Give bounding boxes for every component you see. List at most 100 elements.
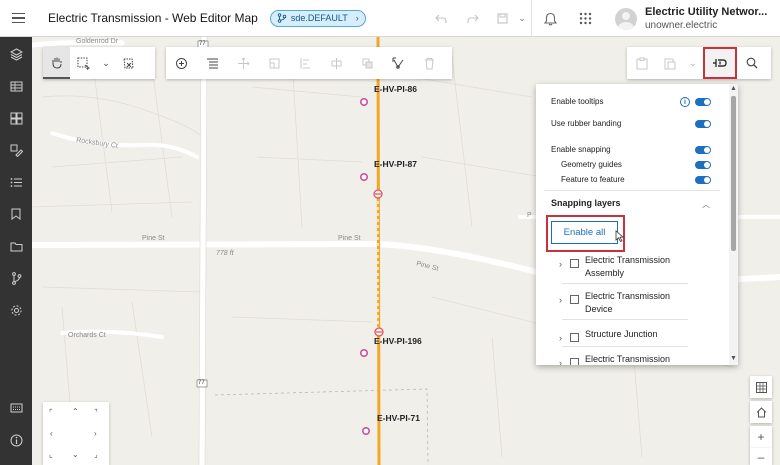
pan-up-right-icon[interactable]: ⌝: [94, 408, 98, 417]
pan-down-icon[interactable]: ⌄: [72, 450, 79, 459]
rubber-banding-label: Use rubber banding: [551, 119, 622, 128]
app-launcher-icon[interactable]: [566, 0, 604, 37]
branch-version-icon: [277, 13, 287, 23]
clear-selection-icon: [123, 58, 134, 68]
layers-icon[interactable]: [0, 43, 32, 65]
rubber-banding-toggle[interactable]: [695, 120, 711, 128]
search-button[interactable]: [737, 47, 767, 79]
layer-label: Electric Transmission Device: [585, 290, 670, 315]
branch-versions-icon[interactable]: [0, 267, 32, 289]
table-icon[interactable]: [0, 75, 32, 97]
pan-up-icon[interactable]: ⌃: [72, 407, 79, 416]
clipboard-icon: [636, 57, 648, 69]
align-button[interactable]: [290, 47, 321, 79]
route-shield-bottom: 77: [198, 380, 205, 386]
info-icon[interactable]: [0, 429, 32, 451]
version-chip[interactable]: sde.DEFAULT ›: [269, 9, 366, 27]
zoom-in-button[interactable]: +: [750, 426, 772, 448]
vertex-edit-button[interactable]: [383, 47, 414, 79]
enable-all-highlight: Enable all: [546, 215, 625, 252]
snapping-layers-title[interactable]: Snapping layers: [551, 198, 621, 208]
app-root: Electric Transmission - Web Editor Map s…: [0, 0, 780, 465]
layer-checkbox[interactable]: [570, 333, 579, 342]
chevron-right-icon[interactable]: ›: [559, 295, 562, 305]
zoom-out-button[interactable]: –: [750, 448, 772, 465]
notifications-bell-icon[interactable]: [534, 0, 566, 37]
road-label-pine-left: Pine St: [142, 235, 165, 242]
pan-right-icon[interactable]: ›: [94, 429, 97, 438]
user-menu[interactable]: Electric Utility Networ... unowner.elect…: [615, 0, 767, 37]
clear-selection-button[interactable]: [115, 47, 142, 79]
grid-layout-icon[interactable]: [0, 107, 32, 129]
mouse-cursor-icon: [615, 230, 624, 242]
enable-snapping-toggle[interactable]: [695, 146, 711, 154]
paste-button[interactable]: [657, 47, 683, 79]
pan-down-left-icon[interactable]: ⌞: [49, 450, 53, 459]
road-label-p: P: [527, 212, 532, 219]
asset-label-196[interactable]: E-HV-PI-196: [374, 336, 422, 346]
home-button[interactable]: [750, 401, 772, 423]
menu-icon[interactable]: [0, 0, 36, 37]
save-dropdown-chevron-icon[interactable]: ⌄: [515, 0, 529, 37]
layer-checkbox[interactable]: [570, 259, 579, 268]
layer-label: Electric Transmission Assembly: [585, 254, 670, 279]
pan-hand-button[interactable]: [43, 47, 70, 79]
row-divider: [562, 283, 688, 284]
road-label-orchards: Orchards Ct: [68, 332, 106, 339]
enable-all-button[interactable]: Enable all: [551, 221, 618, 244]
layer-checkbox[interactable]: [570, 358, 579, 365]
list-icon[interactable]: [0, 171, 32, 193]
clipboard-button[interactable]: [627, 47, 657, 79]
pan-down-right-icon[interactable]: ⌟: [94, 450, 98, 459]
scroll-down-arrow-icon[interactable]: ▼: [730, 355, 737, 362]
reshape-icon: [269, 58, 280, 68]
redo-icon[interactable]: [457, 0, 489, 37]
scroll-up-arrow-icon[interactable]: ▲: [730, 85, 737, 92]
folder-icon[interactable]: [0, 235, 32, 257]
feature-to-feature-toggle[interactable]: [695, 176, 711, 184]
layer-checkbox[interactable]: [570, 295, 579, 304]
panel-scrollbar[interactable]: ▲ ▼: [729, 84, 738, 365]
attribute-editor-button[interactable]: [197, 47, 228, 79]
undo-icon[interactable]: [425, 0, 457, 37]
app-title: Electric Transmission - Web Editor Map: [48, 11, 258, 25]
chevron-up-icon[interactable]: ︿: [702, 199, 710, 210]
pan-left-icon[interactable]: ‹: [50, 429, 53, 438]
basemap-gallery-button[interactable]: [750, 376, 772, 398]
settings-gear-icon[interactable]: [0, 299, 32, 321]
keyboard-icon[interactable]: [0, 397, 32, 419]
move-button[interactable]: [228, 47, 259, 79]
pan-up-left-icon[interactable]: ⌜: [49, 408, 53, 417]
align-icon: [300, 57, 310, 69]
chevron-right-icon[interactable]: ›: [559, 358, 562, 365]
chevron-right-icon[interactable]: ›: [559, 333, 562, 343]
chevron-right-icon[interactable]: ›: [559, 259, 562, 269]
merge-icon: [362, 58, 373, 68]
layer-label-line1: Electric Transmission: [585, 354, 671, 364]
asset-label-86[interactable]: E-HV-PI-86: [374, 84, 417, 94]
merge-button[interactable]: [352, 47, 383, 79]
delete-button[interactable]: [414, 47, 445, 79]
layer-label-line2: Device: [585, 303, 613, 314]
snapping-settings-button[interactable]: [703, 47, 737, 79]
road-label-pine-center: Pine St: [338, 235, 361, 242]
geometry-guides-toggle[interactable]: [695, 161, 711, 169]
info-icon[interactable]: i: [680, 97, 690, 107]
bookmark-icon[interactable]: [0, 203, 32, 225]
select-dropdown-chevron-icon[interactable]: ⌄: [97, 47, 115, 79]
edit-features-icon[interactable]: [0, 139, 32, 161]
asset-label-71[interactable]: E-HV-PI-71: [377, 413, 420, 423]
paste-icon: [664, 58, 676, 69]
split-button[interactable]: [321, 47, 352, 79]
asset-label-87[interactable]: E-HV-PI-87: [374, 159, 417, 169]
select-rectangle-button[interactable]: [70, 47, 97, 79]
scroll-thumb[interactable]: [731, 96, 736, 251]
paste-dropdown-chevron-icon[interactable]: ⌄: [683, 47, 703, 79]
create-features-button[interactable]: [166, 47, 197, 79]
map-navigation-pad: ⌜ ⌃ ⌝ ‹ › ⌞ ⌄ ⌟: [43, 402, 109, 465]
reshape-button[interactable]: [259, 47, 290, 79]
enable-tooltips-toggle[interactable]: [695, 98, 711, 106]
save-icon[interactable]: [489, 0, 515, 37]
version-label: sde.DEFAULT: [290, 13, 348, 23]
header-divider: [531, 0, 532, 37]
